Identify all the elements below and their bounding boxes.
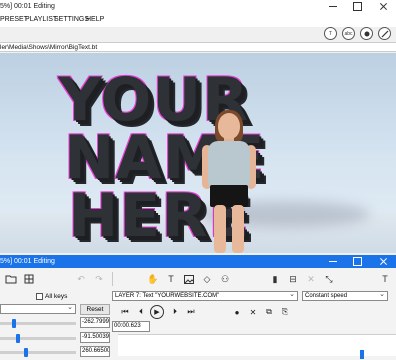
first-frame-icon[interactable]: ⏮ [118, 306, 132, 318]
timeline[interactable] [118, 334, 396, 356]
text-size-icon[interactable]: T [378, 272, 392, 286]
x-value-field[interactable]: -262.79998 [80, 317, 110, 328]
window-title: 5%] 00:01 Editing [0, 3, 55, 10]
y-slider-thumb[interactable] [16, 334, 20, 343]
last-frame-icon[interactable]: ⏭ [184, 306, 198, 318]
previous-frame-icon[interactable]: ⏴ [134, 306, 148, 318]
property-select[interactable] [0, 304, 76, 314]
editor-maximize-button[interactable] [346, 255, 368, 268]
maximize-button[interactable] [346, 0, 368, 13]
menu-settings[interactable]: SETTINGS [54, 16, 89, 23]
title-bar: 5%] 00:01 Editing [0, 0, 396, 13]
z-slider-thumb[interactable] [24, 348, 28, 357]
path-field[interactable]: ler\Media\Shows\Mirror\BigText.bt [0, 42, 396, 52]
app-window: 5%] 00:01 Editing PRESET PLAYLIST SETTIN… [0, 0, 396, 360]
big-text: YOUR NAME HERE [58, 65, 318, 251]
menu-preset[interactable]: PRESET [0, 16, 28, 23]
time-field[interactable]: 00:00.623 [112, 321, 150, 332]
play-icon[interactable]: ▶ [150, 305, 164, 319]
menu-help[interactable]: HELP [86, 16, 104, 23]
y-value-field[interactable]: -91.500397 [80, 332, 110, 343]
all-keys-label: All keys [45, 293, 68, 300]
open-folder-icon[interactable] [4, 272, 18, 286]
editor-title: 5%] 00:01 Editing [0, 258, 55, 265]
distribute-icon[interactable]: ✕ [304, 272, 318, 286]
minimize-button[interactable] [322, 0, 344, 13]
shape-icon[interactable]: ◇ [200, 272, 214, 286]
menu-bar: PRESET PLAYLIST SETTINGS HELP [0, 13, 396, 27]
speed-select[interactable]: Constant speed [302, 291, 388, 301]
z-value-field[interactable]: 260.665001 [80, 346, 110, 357]
editor-minimize-button[interactable] [322, 255, 344, 268]
timeline-playhead[interactable] [360, 350, 364, 359]
image-icon[interactable] [182, 272, 196, 286]
preview-canvas[interactable]: YOUR NAME HERE [0, 53, 396, 253]
z-slider-track[interactable] [0, 351, 76, 354]
menu-playlist[interactable]: PLAYLIST [25, 16, 57, 23]
abc-mode-icon[interactable]: abc [342, 27, 355, 40]
hand-icon[interactable]: ✋ [146, 272, 160, 286]
add-key-icon[interactable]: ● [230, 306, 244, 318]
paste-key-icon[interactable]: ⎘ [278, 306, 292, 318]
next-frame-icon[interactable]: ⏵ [168, 306, 182, 318]
reset-button[interactable]: Reset [80, 304, 110, 315]
copy-key-icon[interactable]: ⧉ [262, 306, 276, 318]
text-mode-icon[interactable]: T [324, 27, 337, 40]
text-icon[interactable]: T [164, 272, 178, 286]
layer-select[interactable]: LAYER 7: Text "YOURWEBSITE.COM" [112, 291, 298, 301]
all-keys-checkbox[interactable] [36, 293, 43, 300]
text-line-1: YOUR [58, 65, 250, 135]
align-left-icon[interactable]: ▮ [268, 272, 282, 286]
text-line-3: HERE [68, 181, 251, 251]
close-button[interactable] [372, 0, 394, 13]
y-slider-track[interactable] [0, 337, 76, 340]
edit-icon[interactable] [378, 27, 391, 40]
editor-title-bar: 5%] 00:01 Editing [0, 255, 396, 268]
delete-key-icon[interactable]: ✕ [246, 306, 260, 318]
align-center-icon[interactable]: ⊟ [286, 272, 300, 286]
grid-icon[interactable] [22, 272, 36, 286]
x-slider-thumb[interactable] [12, 319, 16, 328]
editor-close-button[interactable] [372, 255, 394, 268]
record-icon[interactable] [360, 27, 373, 40]
transform-icon[interactable]: ⤡ [322, 272, 336, 286]
undo-icon[interactable]: ↶ [74, 272, 88, 286]
group-icon[interactable]: ⚇ [218, 272, 232, 286]
redo-icon[interactable]: ↷ [92, 272, 106, 286]
editor-toolbar: ↶ ↷ ✋ T ◇ ⚇ ▮ ⊟ ✕ ⤡ T [0, 268, 396, 290]
presenter-figure [200, 110, 258, 253]
path-text: ler\Media\Shows\Mirror\BigText.bt [0, 44, 98, 51]
text-line-2: NAME [64, 123, 266, 193]
